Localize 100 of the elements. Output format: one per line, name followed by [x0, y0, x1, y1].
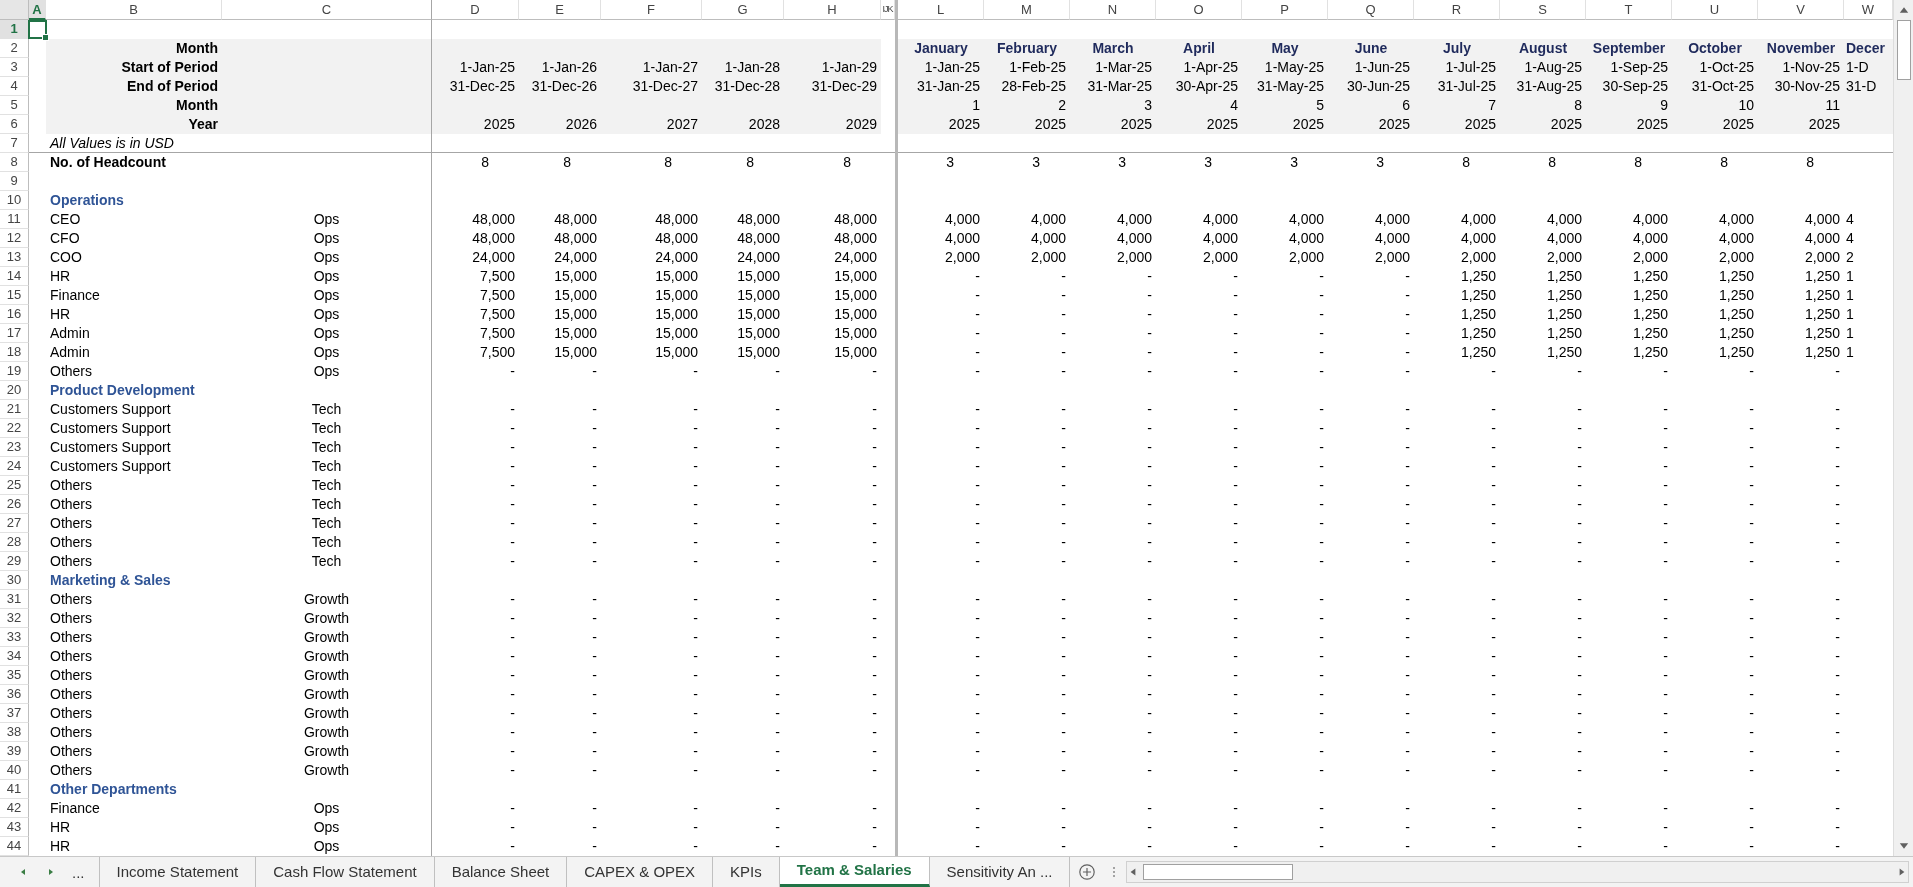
- row-header[interactable]: 35: [0, 666, 29, 685]
- sheet-tab[interactable]: KPIs: [713, 857, 780, 887]
- table-cell: 31-Oct-25: [1691, 78, 1754, 94]
- row-header[interactable]: 15: [0, 286, 29, 305]
- column-header[interactable]: IJK: [881, 0, 895, 20]
- row-header[interactable]: 37: [0, 704, 29, 723]
- table-cell: -: [872, 591, 877, 607]
- row-header[interactable]: 38: [0, 723, 29, 742]
- row-header[interactable]: 4: [0, 77, 29, 96]
- row-header[interactable]: 30: [0, 571, 29, 590]
- row-header[interactable]: 27: [0, 514, 29, 533]
- row-header[interactable]: 39: [0, 742, 29, 761]
- table-cell: Growth: [303, 743, 350, 759]
- row-header[interactable]: 13: [0, 248, 29, 267]
- selected-cell[interactable]: [29, 20, 46, 39]
- row-header[interactable]: 7: [0, 134, 29, 153]
- column-header[interactable]: P: [1242, 0, 1328, 20]
- column-header[interactable]: R: [1414, 0, 1500, 20]
- column-header[interactable]: D: [432, 0, 519, 20]
- row-header[interactable]: 8: [0, 153, 29, 172]
- row-header[interactable]: 44: [0, 837, 29, 856]
- column-header[interactable]: G: [702, 0, 784, 20]
- row-header[interactable]: 10: [0, 191, 29, 210]
- scroll-thumb[interactable]: [1896, 20, 1911, 80]
- table-cell: -: [975, 306, 980, 322]
- column-header[interactable]: W: [1844, 0, 1893, 20]
- column-header[interactable]: S: [1500, 0, 1586, 20]
- row-header[interactable]: 16: [0, 305, 29, 324]
- row-header[interactable]: 36: [0, 685, 29, 704]
- table-cell: 15,000: [737, 344, 780, 360]
- table-cell: -: [1147, 458, 1152, 474]
- row-header[interactable]: 12: [0, 229, 29, 248]
- table-cell: -: [1577, 705, 1582, 721]
- column-header[interactable]: B: [46, 0, 222, 20]
- column-header[interactable]: A: [29, 0, 46, 20]
- column-header[interactable]: V: [1758, 0, 1844, 20]
- horizontal-scrollbar[interactable]: [1126, 861, 1909, 883]
- row-header[interactable]: 21: [0, 400, 29, 419]
- row-header[interactable]: 40: [0, 761, 29, 780]
- row-header[interactable]: 14: [0, 267, 29, 286]
- sheet-tab[interactable]: Cash Flow Statement: [256, 857, 435, 887]
- row-header[interactable]: 43: [0, 818, 29, 837]
- column-header[interactable]: N: [1070, 0, 1156, 20]
- row-header[interactable]: 20: [0, 381, 29, 400]
- table-cell: -: [1405, 325, 1410, 341]
- table-cell: 1-Apr-25: [1183, 59, 1238, 75]
- row-header[interactable]: 28: [0, 533, 29, 552]
- column-header[interactable]: E: [519, 0, 601, 20]
- table-cell: 24,000: [834, 249, 877, 265]
- vertical-scrollbar[interactable]: [1893, 0, 1913, 856]
- add-sheet-icon[interactable]: [1078, 863, 1097, 881]
- row-header[interactable]: 1: [0, 20, 29, 39]
- row-header[interactable]: 26: [0, 495, 29, 514]
- row-header[interactable]: 34: [0, 647, 29, 666]
- sheet-tab[interactable]: Sensitivity An ...: [929, 857, 1071, 887]
- column-header[interactable]: H: [784, 0, 881, 20]
- sheet-tab[interactable]: Balance Sheet: [434, 857, 568, 887]
- table-cell: 1-Jan-29: [821, 59, 877, 75]
- row-header[interactable]: 41: [0, 780, 29, 799]
- table-cell: -: [1405, 819, 1410, 835]
- row-header[interactable]: 5: [0, 96, 29, 115]
- column-header[interactable]: M: [984, 0, 1070, 20]
- more-sheets-button[interactable]: ...: [72, 863, 85, 881]
- row-header[interactable]: 3: [0, 58, 29, 77]
- row-header[interactable]: 17: [0, 324, 29, 343]
- sheet-tab[interactable]: Income Statement: [98, 857, 257, 887]
- row-header[interactable]: 29: [0, 552, 29, 571]
- column-header[interactable]: C: [222, 0, 432, 20]
- table-cell: 31-Dec-25: [449, 78, 515, 94]
- row-header[interactable]: 22: [0, 419, 29, 438]
- row-header[interactable]: 31: [0, 590, 29, 609]
- column-header[interactable]: O: [1156, 0, 1242, 20]
- table-cell: -: [1061, 268, 1066, 284]
- table-cell: -: [693, 629, 698, 645]
- row-header[interactable]: 11: [0, 210, 29, 229]
- table-cell: Tech: [311, 515, 342, 531]
- row-header[interactable]: 23: [0, 438, 29, 457]
- sheet-tab[interactable]: Team & Salaries: [779, 857, 930, 887]
- row-header[interactable]: 18: [0, 343, 29, 362]
- row-header[interactable]: 6: [0, 115, 29, 134]
- row-header[interactable]: 24: [0, 457, 29, 476]
- table-cell: -: [1663, 819, 1668, 835]
- row-header[interactable]: 25: [0, 476, 29, 495]
- row-header[interactable]: 32: [0, 609, 29, 628]
- table-cell: -: [1405, 534, 1410, 550]
- column-header[interactable]: U: [1672, 0, 1758, 20]
- sheet-tab[interactable]: CAPEX & OPEX: [567, 857, 714, 887]
- table-cell: -: [1663, 477, 1668, 493]
- row-header[interactable]: 19: [0, 362, 29, 381]
- row-header[interactable]: 9: [0, 172, 29, 191]
- column-header[interactable]: Q: [1328, 0, 1414, 20]
- table-cell: 4,000: [1718, 230, 1754, 246]
- column-header[interactable]: L: [898, 0, 984, 20]
- scroll-thumb[interactable]: [1143, 864, 1294, 880]
- row-header[interactable]: 33: [0, 628, 29, 647]
- column-header[interactable]: F: [601, 0, 702, 20]
- column-header[interactable]: T: [1586, 0, 1672, 20]
- row-header[interactable]: 42: [0, 799, 29, 818]
- table-cell: -: [693, 591, 698, 607]
- row-header[interactable]: 2: [0, 39, 29, 58]
